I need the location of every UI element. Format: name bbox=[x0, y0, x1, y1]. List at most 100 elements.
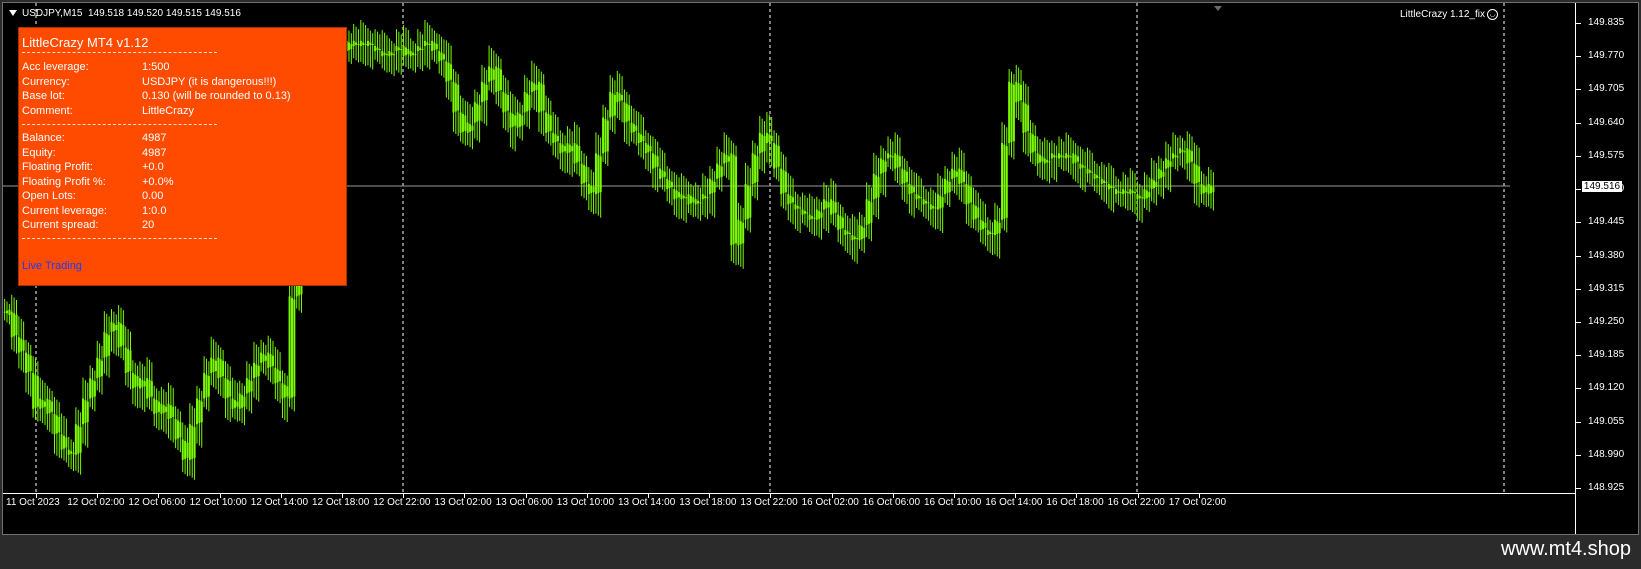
candle-body bbox=[217, 357, 220, 379]
candle-body bbox=[41, 400, 44, 408]
candle-body bbox=[1181, 149, 1184, 153]
candle-body bbox=[913, 187, 916, 193]
candle-body bbox=[604, 119, 607, 153]
candle-body bbox=[1012, 84, 1015, 142]
candle-body bbox=[851, 235, 854, 241]
candle-body bbox=[1210, 185, 1212, 194]
price-label: 149.835 bbox=[1588, 17, 1625, 28]
panel-separator bbox=[22, 124, 217, 125]
candle-body bbox=[492, 69, 495, 80]
time-label: 16 Oct 18:00 bbox=[1046, 497, 1104, 508]
candle-body bbox=[656, 156, 659, 167]
candle-body bbox=[865, 199, 868, 225]
candle-body bbox=[464, 115, 467, 131]
candle-body bbox=[153, 398, 156, 414]
candle-body bbox=[837, 214, 840, 230]
time-label: 12 Oct 18:00 bbox=[312, 497, 370, 508]
candle-body bbox=[1039, 154, 1042, 163]
candle-body bbox=[371, 43, 374, 45]
candle-body bbox=[739, 221, 742, 245]
candle-body bbox=[8, 309, 11, 315]
time-axis[interactable]: 11 Oct 2023 12 Oct 02:00 12 Oct 06:00 12 Oc… bbox=[3, 493, 1576, 514]
candle-body bbox=[884, 161, 887, 172]
candle-body bbox=[271, 355, 274, 366]
time-label: 13 Oct 22:00 bbox=[740, 497, 798, 508]
candle-body bbox=[875, 175, 878, 199]
candle-body bbox=[184, 440, 187, 459]
candle-body bbox=[245, 378, 248, 394]
candle-body bbox=[502, 91, 505, 113]
candle-body bbox=[1060, 154, 1063, 158]
candle-body bbox=[720, 166, 723, 177]
candle-body bbox=[478, 105, 481, 121]
panel-row-key: Equity: bbox=[22, 146, 56, 159]
dropdown-triangle-icon[interactable] bbox=[9, 10, 17, 17]
candle-body bbox=[939, 195, 942, 209]
price-tick bbox=[1576, 321, 1581, 323]
candle-body bbox=[787, 194, 790, 205]
candle-body bbox=[1088, 170, 1091, 173]
candle-body bbox=[982, 221, 985, 229]
candle-body bbox=[568, 144, 571, 153]
candle-body bbox=[794, 204, 797, 210]
live-trading-link[interactable]: Live Trading bbox=[22, 260, 82, 272]
candle-body bbox=[480, 81, 483, 103]
candle-body bbox=[559, 143, 562, 154]
candle-body bbox=[820, 212, 823, 218]
candle-body bbox=[984, 222, 987, 228]
time-label: 12 Oct 14:00 bbox=[250, 497, 309, 508]
candle-body bbox=[1122, 189, 1125, 195]
candle-body bbox=[290, 297, 293, 398]
panel-row: Current leverage: 1:0.0 bbox=[22, 205, 342, 219]
candle-body bbox=[549, 115, 552, 131]
candle-body bbox=[915, 194, 918, 200]
price-tick bbox=[1576, 288, 1581, 290]
candle-body bbox=[431, 40, 434, 52]
price-tick bbox=[1576, 122, 1581, 124]
candle-body bbox=[1131, 190, 1134, 194]
candle-body bbox=[932, 205, 935, 209]
candle-body bbox=[663, 171, 666, 177]
candle-body bbox=[162, 405, 165, 413]
smile-icon[interactable]: ◡ bbox=[1487, 9, 1498, 20]
candle-body bbox=[944, 178, 947, 195]
candle-body bbox=[435, 43, 438, 50]
candle-body bbox=[193, 427, 196, 458]
candle-body bbox=[754, 154, 757, 183]
candle-body bbox=[146, 378, 149, 399]
candle-body bbox=[623, 102, 626, 123]
candle-body bbox=[597, 154, 600, 194]
candle-body bbox=[1183, 151, 1186, 153]
candle-body bbox=[668, 180, 671, 189]
candle-body bbox=[70, 451, 73, 454]
candle-body bbox=[792, 197, 795, 203]
candle-body bbox=[72, 452, 75, 454]
candle-body bbox=[454, 83, 457, 112]
candle-body bbox=[860, 226, 863, 240]
candle-body bbox=[397, 47, 400, 51]
candle-body bbox=[749, 187, 752, 218]
price-scale[interactable]: 149.835 149.770 149.705 149.640 149.575 149.5… bbox=[1575, 3, 1638, 534]
candle-body bbox=[1191, 151, 1194, 162]
candle-body bbox=[466, 122, 469, 133]
candle-body bbox=[1067, 154, 1070, 158]
candle-body bbox=[350, 43, 353, 50]
panel-separator bbox=[22, 238, 217, 239]
candle-body bbox=[1136, 194, 1139, 200]
candle-body bbox=[74, 424, 77, 455]
candle-body bbox=[385, 54, 388, 56]
candle-body bbox=[224, 378, 227, 399]
expert-advisor-badge[interactable]: LittleCrazy 1.12_fix ◡ bbox=[1400, 9, 1498, 20]
candle-body bbox=[29, 355, 32, 371]
candle-body bbox=[872, 173, 875, 200]
candle-body bbox=[507, 95, 510, 111]
chart-window[interactable]: USDJPY,M15 149.518 149.520 149.515 149.5… bbox=[2, 2, 1639, 535]
price-label: 148.925 bbox=[1588, 482, 1625, 493]
candle-body bbox=[281, 383, 284, 399]
candle-body bbox=[1010, 83, 1013, 143]
candle-body bbox=[1008, 81, 1011, 144]
candle-body bbox=[103, 332, 106, 358]
time-label: 12 Oct 02:00 bbox=[67, 497, 125, 508]
candle-body bbox=[428, 43, 431, 45]
candle-body bbox=[908, 183, 911, 195]
